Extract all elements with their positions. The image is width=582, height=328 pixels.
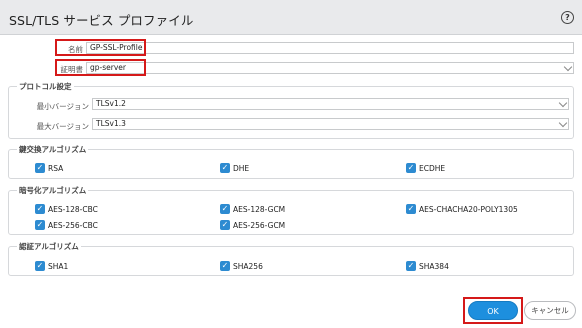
authentication-legend: 認証アルゴリズム [17,241,81,252]
checkmark-icon[interactable]: ✓ [35,220,45,230]
help-icon[interactable]: ? [561,11,574,24]
checkmark-icon[interactable]: ✓ [220,204,230,214]
max-version-label: 最大バージョン [36,122,89,131]
checkmark-icon[interactable]: ✓ [406,261,416,271]
checkbox-label: SHA256 [233,262,263,271]
checkmark-icon[interactable]: ✓ [220,261,230,271]
checkmark-icon[interactable]: ✓ [35,261,45,271]
checkmark-icon[interactable]: ✓ [35,163,45,173]
dialog-title: SSL/TLS サービス プロファイル [9,13,194,28]
protocol-settings-legend: プロトコル設定 [17,81,74,92]
checkmark-icon[interactable]: ✓ [220,163,230,173]
checkmark-icon[interactable]: ✓ [406,163,416,173]
checkbox-label: AES-CHACHA20-POLY1305 [419,205,518,214]
checkbox-label: SHA1 [48,262,69,271]
key-exchange-legend: 鍵交換アルゴリズム [17,144,89,155]
authentication-group [8,246,574,276]
name-input[interactable]: GP-SSL-Profile [86,42,574,54]
certificate-select[interactable]: gp-server [86,62,574,74]
checkbox-label: ECDHE [419,164,446,173]
max-version-select[interactable]: TLSv1.3 [92,118,569,130]
dialog-titlebar: SSL/TLS サービス プロファイル ? [0,0,582,35]
key-exchange-group [8,149,574,179]
encryption-legend: 暗号化アルゴリズム [17,185,89,196]
checkmark-icon[interactable]: ✓ [220,220,230,230]
checkbox-label: RSA [48,164,64,173]
checkbox-label: AES-128-GCM [233,205,286,214]
checkmark-icon[interactable]: ✓ [406,204,416,214]
checkbox-label: DHE [233,164,250,173]
protocol-settings-group [8,86,574,139]
checkbox-label: AES-128-CBC [48,205,98,214]
certificate-highlight-box [55,59,146,76]
min-version-select[interactable]: TLSv1.2 [92,98,569,110]
cancel-button[interactable]: キャンセル [524,301,576,320]
name-highlight-box [55,39,146,56]
ok-highlight-box [463,297,523,324]
min-version-label: 最小バージョン [36,102,89,111]
checkbox-label: AES-256-GCM [233,221,286,230]
checkbox-label: AES-256-CBC [48,221,98,230]
checkmark-icon[interactable]: ✓ [35,204,45,214]
checkbox-label: SHA384 [419,262,449,271]
